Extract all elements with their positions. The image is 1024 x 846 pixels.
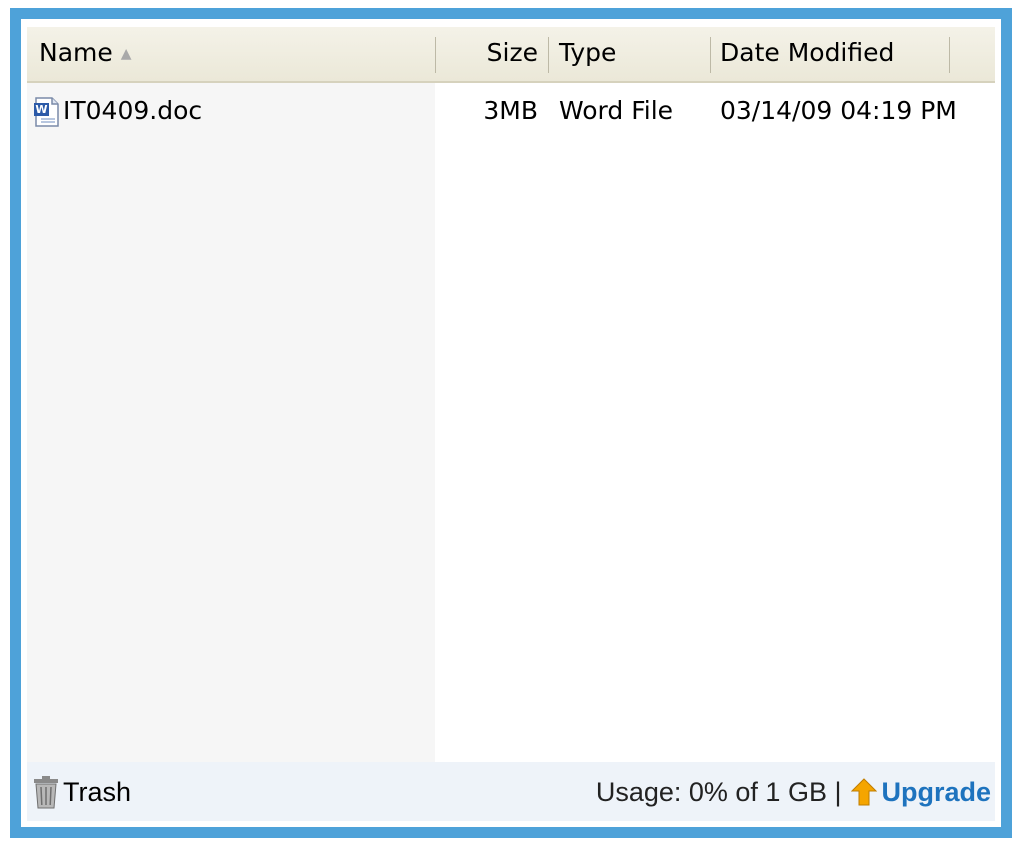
column-header-size-label: Size: [486, 38, 538, 67]
file-list-container: Name ▲ Size Type Date Modified W IT0409.…: [27, 27, 995, 821]
sort-ascending-icon: ▲: [120, 46, 132, 62]
column-separator[interactable]: [710, 37, 711, 73]
svg-text:W: W: [35, 103, 47, 116]
file-size: 3MB: [483, 96, 538, 125]
word-doc-icon: W: [33, 97, 61, 127]
upgrade-arrow-icon: [851, 778, 878, 806]
trash-button[interactable]: Trash: [31, 774, 131, 810]
column-header-type[interactable]: Type: [559, 27, 709, 81]
column-header-date-label: Date Modified: [720, 38, 895, 67]
usage-status: Usage: 0% of 1 GB | Upgrade: [596, 774, 991, 810]
column-header-size[interactable]: Size: [436, 27, 546, 81]
column-header-type-label: Type: [559, 38, 617, 67]
file-type: Word File: [559, 96, 674, 125]
file-list-body: W IT0409.doc 3MB Word File 03/14/09 04:1…: [27, 83, 995, 762]
file-row[interactable]: W IT0409.doc 3MB Word File 03/14/09 04:1…: [27, 91, 995, 131]
column-header-name[interactable]: Name ▲: [39, 27, 435, 81]
sorted-column-highlight: [27, 83, 435, 762]
file-date-modified: 03/14/09 04:19 PM: [720, 96, 957, 125]
column-header-name-label: Name: [39, 38, 113, 67]
file-name: IT0409.doc: [63, 96, 203, 125]
column-header-bar: Name ▲ Size Type Date Modified: [27, 27, 995, 83]
usage-text: Usage: 0% of 1 GB |: [595, 776, 842, 807]
column-separator[interactable]: [949, 37, 950, 73]
trash-icon: [34, 776, 58, 809]
column-separator[interactable]: [548, 37, 549, 73]
upgrade-link[interactable]: Upgrade: [881, 777, 991, 808]
trash-label: Trash: [63, 776, 132, 807]
file-name-cell[interactable]: W IT0409.doc: [27, 91, 435, 131]
file-browser-panel: Name ▲ Size Type Date Modified W IT0409.…: [10, 8, 1012, 838]
status-footer: Trash Usage: 0% of 1 GB | Upgrade: [27, 762, 995, 821]
column-header-date-modified[interactable]: Date Modified: [720, 27, 945, 81]
